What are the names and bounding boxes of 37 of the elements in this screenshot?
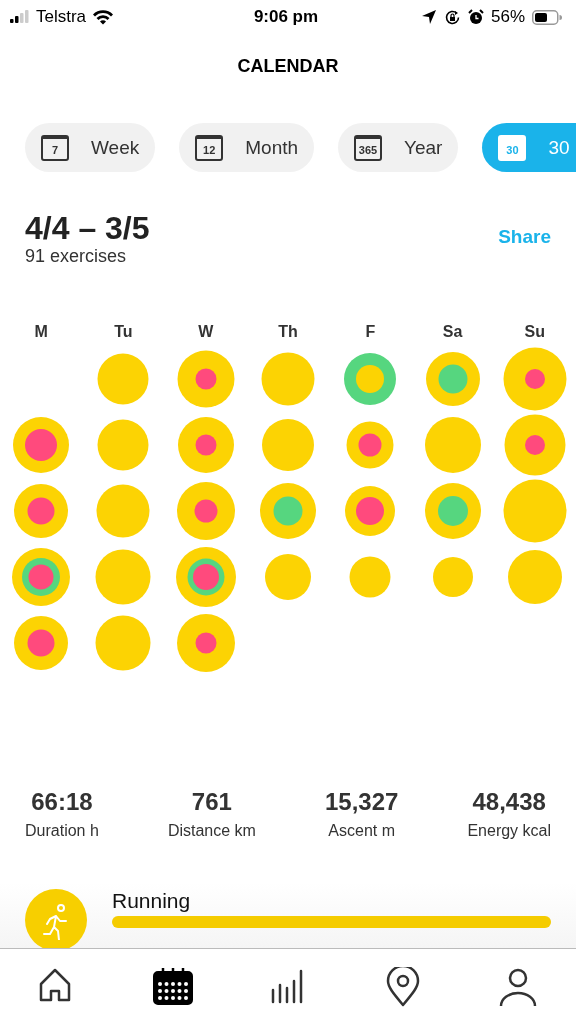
stat-label: Ascent m [327,822,396,840]
carrier-name: Telstra [36,7,87,27]
page-title: CALENDAR [236,56,340,77]
calendar-icon: 7 [41,134,69,161]
clock-time: 9:06 pm [253,7,319,27]
location-arrow-icon [420,9,437,25]
calendar-icon: 365 [354,134,383,161]
date-range: 4/4 – 3/5 [25,210,150,246]
weekday-label: M [33,323,49,341]
weekday-label: F [364,323,377,341]
weekday-label: Th [277,323,299,341]
weekday-label: W [197,323,215,341]
period-tab[interactable]: 12 Month [179,123,315,172]
weekday-label: Tu [113,323,134,341]
stat-value: 48,438 [471,788,547,816]
weekday-label: Su [523,323,547,341]
stat-value: 761 [190,788,233,816]
stat-label: Energy kcal [467,822,551,840]
exercise-count: 91 exercises [25,246,128,267]
profile-icon[interactable] [498,966,539,1007]
calendar-icon: 30 [498,134,527,161]
period-tab[interactable]: 365 Year [338,123,459,172]
alarm-clock-icon [467,9,484,25]
wifi-icon [92,9,115,25]
battery-icon [532,9,562,25]
stat-label: Distance km [167,822,256,840]
stat-value: 15,327 [324,788,399,816]
weekday-label: Sa [441,323,464,341]
stat-value: 66:18 [30,788,94,816]
activity-name: Running [112,889,192,913]
battery-percentage: 56% [490,7,525,27]
stat-label: Duration h [25,822,99,840]
signal-icon [10,10,30,24]
period-tab[interactable]: 7 Week [25,123,156,172]
calendar-icon[interactable] [152,966,193,1007]
calendar-icon: 12 [195,134,224,161]
rotation-lock-icon [443,8,461,26]
